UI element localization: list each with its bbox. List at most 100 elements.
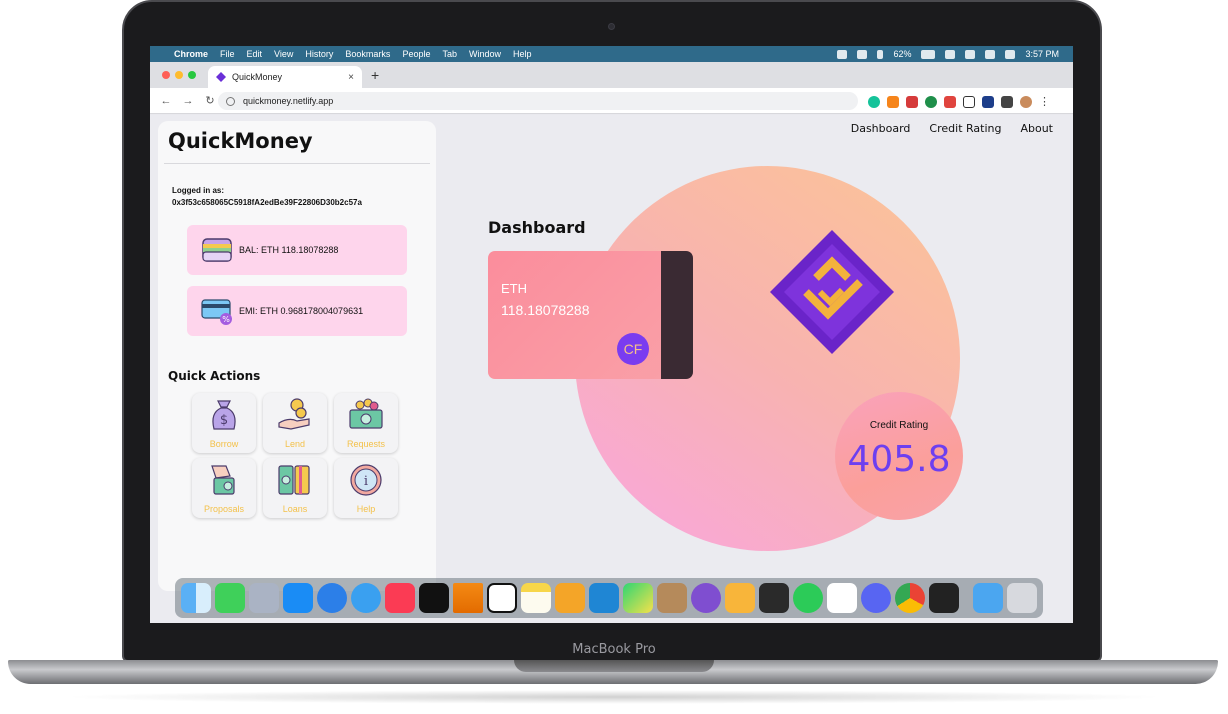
menu-clock[interactable]: 3:57 PM bbox=[1025, 49, 1059, 59]
slack-icon[interactable] bbox=[827, 583, 857, 613]
tv-icon[interactable] bbox=[419, 583, 449, 613]
trash-icon[interactable] bbox=[1007, 583, 1037, 613]
loans-label: Loans bbox=[282, 504, 308, 514]
credit-card-percent-icon: % bbox=[201, 299, 232, 325]
input-source-icon[interactable] bbox=[857, 49, 868, 59]
menu-edit[interactable]: Edit bbox=[247, 49, 263, 59]
chrome-icon[interactable] bbox=[895, 583, 925, 613]
svg-text:%: % bbox=[222, 315, 230, 324]
quickmoney-favicon-icon bbox=[216, 72, 226, 82]
battery-icon[interactable] bbox=[921, 49, 936, 59]
bluetooth-icon[interactable] bbox=[877, 49, 884, 59]
archive-icon[interactable] bbox=[657, 583, 687, 613]
back-button[interactable]: ← bbox=[160, 95, 172, 107]
card-balance: 118.18078288 bbox=[501, 302, 590, 318]
pycharm-icon[interactable] bbox=[623, 583, 653, 613]
grammarly-icon[interactable] bbox=[868, 95, 880, 108]
app-store-icon[interactable] bbox=[283, 583, 313, 613]
launchpad-icon[interactable] bbox=[249, 583, 279, 613]
control-center-icon[interactable] bbox=[985, 49, 996, 59]
discord-icon[interactable] bbox=[861, 583, 891, 613]
close-window-button[interactable] bbox=[162, 71, 170, 79]
profile-avatar-icon[interactable] bbox=[1020, 95, 1032, 108]
address-bar: ← → ↻ quickmoney.netlify.app ⋮ bbox=[150, 88, 1073, 114]
menu-help[interactable]: Help bbox=[513, 49, 532, 59]
menu-history[interactable]: History bbox=[305, 49, 333, 59]
help-button[interactable]: i Help bbox=[334, 458, 398, 518]
final-cut-icon[interactable] bbox=[759, 583, 789, 613]
card-currency: ETH bbox=[501, 281, 527, 296]
zoom-window-button[interactable] bbox=[188, 71, 196, 79]
tab-close-icon[interactable]: × bbox=[348, 72, 354, 83]
new-tab-button[interactable]: + bbox=[371, 67, 379, 83]
menu-app-name[interactable]: Chrome bbox=[174, 49, 208, 59]
nav-dashboard[interactable]: Dashboard bbox=[851, 122, 911, 135]
status-app-icon[interactable] bbox=[837, 49, 848, 59]
messages-icon[interactable] bbox=[215, 583, 245, 613]
notion-web-icon[interactable] bbox=[963, 95, 975, 108]
proposals-label: Proposals bbox=[203, 504, 245, 514]
terminal-icon[interactable] bbox=[929, 583, 959, 613]
finder-icon[interactable] bbox=[181, 583, 211, 613]
browser-menu-icon[interactable]: ⋮ bbox=[1039, 95, 1050, 108]
notion-icon[interactable] bbox=[487, 583, 517, 613]
lend-label: Lend bbox=[284, 439, 306, 449]
extension-red-icon[interactable] bbox=[906, 95, 918, 108]
notes-icon[interactable] bbox=[521, 583, 551, 613]
cash-stack-icon bbox=[349, 398, 383, 429]
loans-button[interactable]: Loans bbox=[263, 458, 327, 518]
emi-text: EMI: ETH 0.968178004079631 bbox=[239, 306, 364, 316]
menu-bookmarks[interactable]: Bookmarks bbox=[345, 49, 390, 59]
borrow-button[interactable]: $ Borrow bbox=[192, 393, 256, 453]
whatsapp-icon[interactable] bbox=[793, 583, 823, 613]
proposals-button[interactable]: Proposals bbox=[192, 458, 256, 518]
credit-rating-label: Credit Rating bbox=[869, 420, 929, 431]
lend-button[interactable]: Lend bbox=[263, 393, 327, 453]
laptop-shadow bbox=[60, 690, 1168, 704]
menu-view[interactable]: View bbox=[274, 49, 293, 59]
reload-button[interactable]: ↻ bbox=[204, 94, 216, 107]
downloads-icon[interactable] bbox=[973, 583, 1003, 613]
wifi-icon[interactable] bbox=[945, 49, 956, 59]
help-label: Help bbox=[356, 504, 376, 514]
url-input[interactable]: quickmoney.netlify.app bbox=[218, 92, 858, 110]
forward-button[interactable]: → bbox=[182, 95, 194, 107]
requests-button[interactable]: Requests bbox=[334, 393, 398, 453]
extension-tp-icon[interactable] bbox=[944, 95, 956, 108]
site-info-icon[interactable] bbox=[226, 96, 235, 106]
hand-document-icon bbox=[211, 465, 235, 495]
extension-hp-icon[interactable] bbox=[982, 95, 994, 108]
nav-about[interactable]: About bbox=[1020, 122, 1053, 135]
quick-actions-title: Quick Actions bbox=[168, 369, 261, 383]
menu-people[interactable]: People bbox=[402, 49, 430, 59]
emi-card: % EMI: ETH 0.968178004079631 bbox=[187, 286, 407, 336]
siri-icon[interactable] bbox=[1005, 49, 1016, 59]
page: QuickMoney Logged in as: 0x3f53c658065C5… bbox=[150, 115, 1073, 623]
logged-in-label: Logged in as: bbox=[172, 186, 224, 195]
extensions-puzzle-icon[interactable] bbox=[1001, 95, 1013, 108]
tab-title: QuickMoney bbox=[232, 72, 283, 82]
safari-icon[interactable] bbox=[351, 583, 381, 613]
sidebar: QuickMoney Logged in as: 0x3f53c658065C5… bbox=[158, 121, 436, 591]
extension-green-icon[interactable] bbox=[925, 95, 937, 108]
pages-icon[interactable] bbox=[555, 583, 585, 613]
menu-window[interactable]: Window bbox=[469, 49, 501, 59]
music-icon[interactable] bbox=[385, 583, 415, 613]
metamask-icon[interactable] bbox=[887, 95, 899, 108]
minimize-window-button[interactable] bbox=[175, 71, 183, 79]
menu-tab[interactable]: Tab bbox=[442, 49, 457, 59]
tab-quickmoney[interactable]: QuickMoney × bbox=[208, 66, 362, 88]
github-icon[interactable] bbox=[691, 583, 721, 613]
dashboard-title: Dashboard bbox=[488, 218, 586, 237]
sketch-icon[interactable] bbox=[725, 583, 755, 613]
eth-balance-card: ETH 118.18078288 CF bbox=[488, 251, 693, 379]
spotlight-icon[interactable] bbox=[965, 49, 976, 59]
testflight-icon[interactable] bbox=[317, 583, 347, 613]
menu-file[interactable]: File bbox=[220, 49, 235, 59]
quickmoney-logo bbox=[770, 230, 894, 354]
nav-credit-rating[interactable]: Credit Rating bbox=[929, 122, 1001, 135]
card-badge: CF bbox=[617, 333, 649, 365]
sidebar-divider bbox=[164, 163, 430, 164]
vlc-icon[interactable] bbox=[453, 583, 483, 613]
vscode-icon[interactable] bbox=[589, 583, 619, 613]
